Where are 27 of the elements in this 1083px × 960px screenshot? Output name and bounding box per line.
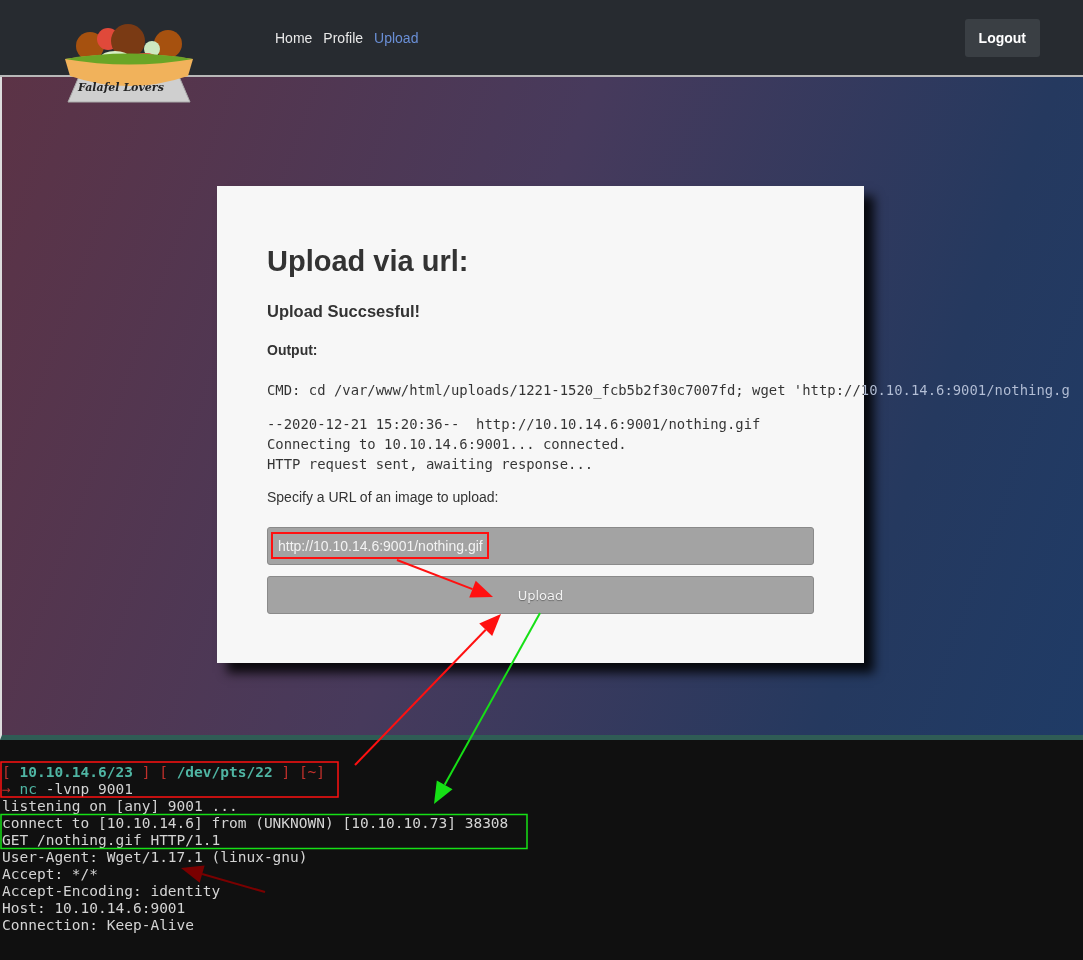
terminal-line: Connection: Keep-Alive <box>2 917 195 934</box>
prompt-text: [ <box>2 764 11 780</box>
prompt-text: ] <box>281 764 291 780</box>
terminal-line: User-Agent: Wget/1.17.1 (linux-gnu) <box>2 849 308 866</box>
prompt-text: [ <box>159 764 168 780</box>
terminal-line: GET /nothing.gif HTTP/1.1 <box>2 832 221 849</box>
nav-link[interactable]: Profile <box>323 29 364 46</box>
logout-button[interactable]: Logout <box>964 18 1040 57</box>
terminal-line: Accept-Encoding: identity <box>2 883 221 900</box>
terminal-line: connect to [10.10.14.6] from (UNKNOWN) [10.10.10.73] 38308 <box>2 815 509 832</box>
terminal-line: listening on [any] 9001 ... <box>2 798 238 815</box>
terminal-line: Host: 10.10.14.6:9001 <box>2 900 186 917</box>
prompt-text: 10.10.14.6/23 <box>19 764 133 780</box>
status-message: Upload Succsesful! <box>267 302 422 321</box>
prompt-text: /dev/pts/22 <box>176 764 273 780</box>
prompt-text: → <box>2 781 11 797</box>
url-prompt: Specify a URL of an image to upload: <box>267 489 500 505</box>
prompt-text: [~] <box>298 764 326 780</box>
prompt-text: nc <box>19 781 37 797</box>
terminal-line: Accept: */* <box>2 866 99 883</box>
prompt-text: -lvnp 9001 <box>45 781 133 797</box>
card-title: Upload via url: <box>267 244 470 278</box>
nav-link[interactable]: Upload <box>374 29 419 46</box>
output-label: Output: <box>267 342 319 358</box>
logo-text: Falafel Lovers <box>78 81 164 94</box>
nav-link[interactable]: Home <box>275 29 313 46</box>
prompt-text: ] <box>141 764 151 780</box>
